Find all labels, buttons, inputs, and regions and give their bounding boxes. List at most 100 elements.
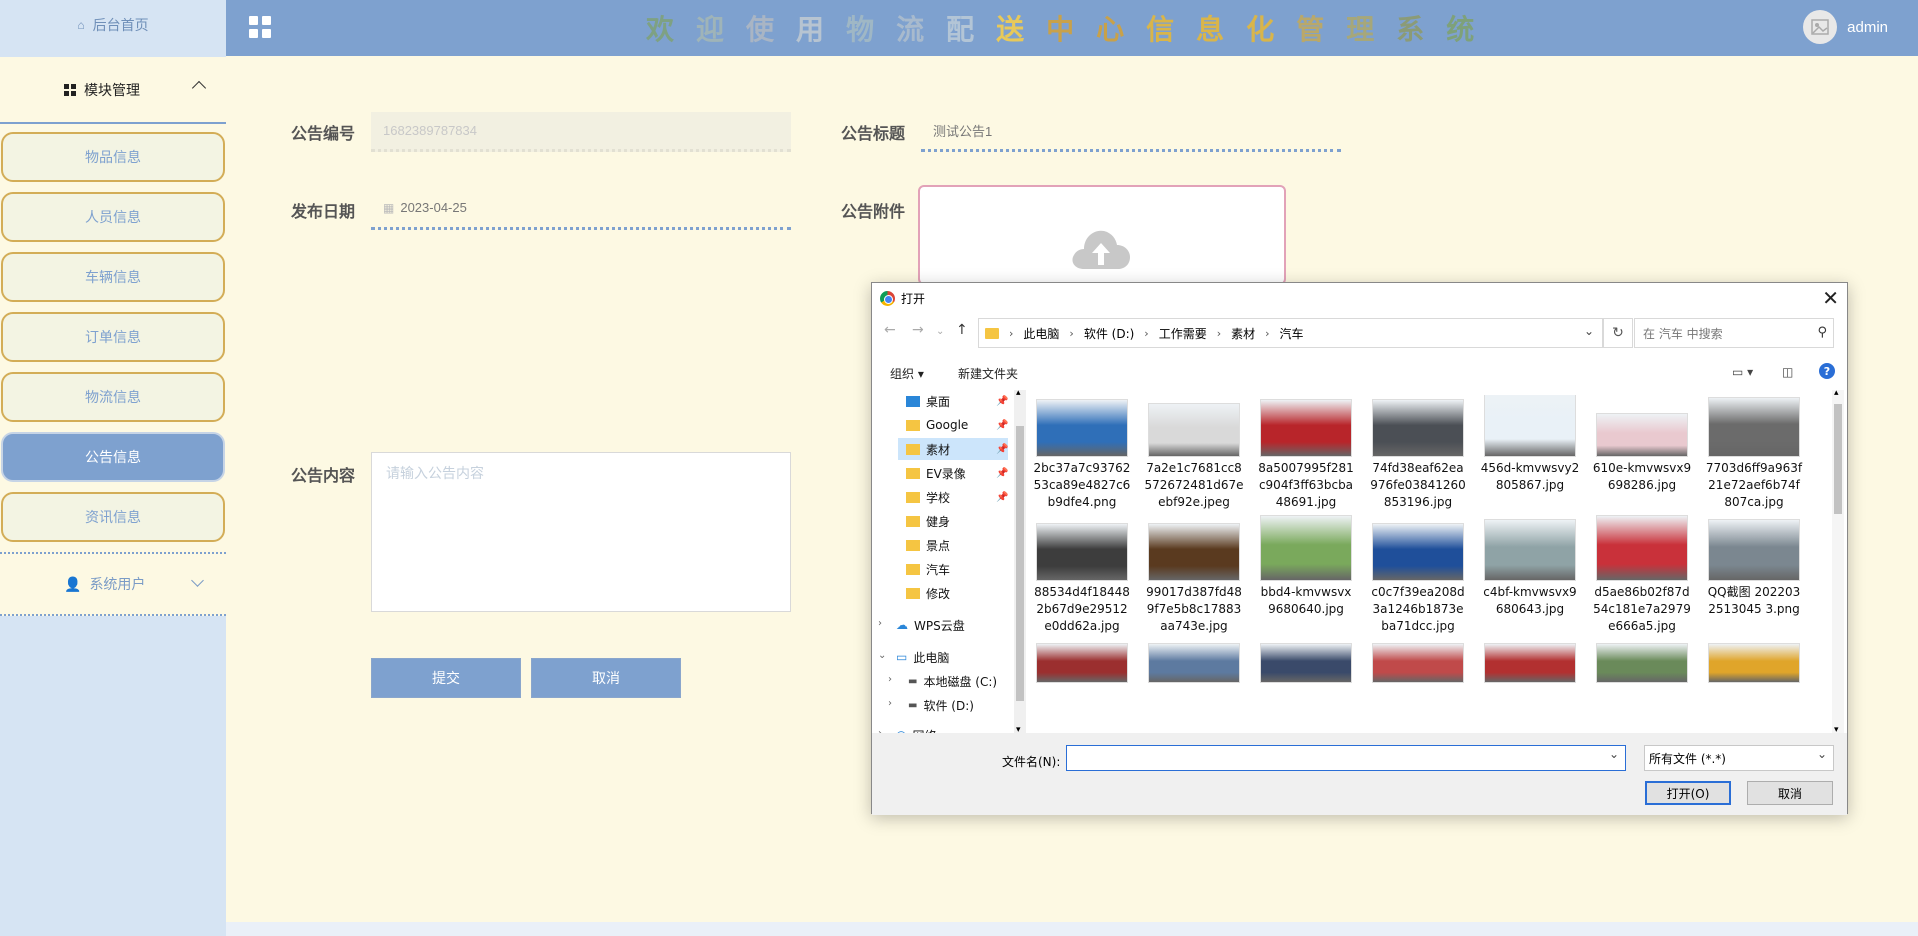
files-scrollbar-thumb[interactable] bbox=[1834, 404, 1842, 514]
help-icon[interactable]: ? bbox=[1819, 363, 1835, 379]
new-folder-button[interactable]: 新建文件夹 bbox=[958, 365, 1018, 382]
tree-expander-icon[interactable]: › bbox=[888, 698, 892, 709]
refresh-icon[interactable]: ↻ bbox=[1603, 318, 1633, 348]
apps-grid-icon[interactable] bbox=[249, 16, 271, 38]
file-item[interactable] bbox=[1032, 643, 1132, 686]
attach-label: 公告附件 bbox=[841, 204, 906, 221]
tree-item[interactable]: 学校 📌 bbox=[898, 486, 1008, 508]
file-item[interactable]: bbd4-kmvwsvx 9680640.jpg bbox=[1256, 515, 1356, 618]
sidebar-home[interactable]: ⌂ 后台首页 bbox=[0, 0, 226, 50]
tree-item[interactable]: Google 📌 bbox=[898, 414, 1008, 436]
address-dropdown-icon[interactable]: ⌄ bbox=[1584, 324, 1594, 338]
file-name: c4bf-kmvwsvx9 680643.jpg bbox=[1483, 585, 1577, 616]
crumb-cars[interactable]: 汽车 bbox=[1280, 325, 1304, 342]
date-field[interactable]: ▦ 2023-04-25 bbox=[371, 188, 791, 230]
sidebar-item-announcements[interactable]: 公告信息 bbox=[1, 432, 225, 482]
file-name: c0c7f39ea208d 3a1246b1873e ba71dcc.jpg bbox=[1371, 585, 1465, 633]
tree-item[interactable]: 汽车 bbox=[898, 558, 1008, 580]
file-name: 8a5007995f281 c904f3ff63bcba 48691.jpg bbox=[1258, 461, 1354, 509]
file-item[interactable]: c4bf-kmvwsvx9 680643.jpg bbox=[1480, 519, 1580, 618]
file-type-select[interactable]: 所有文件 (*.*) bbox=[1644, 745, 1834, 771]
crumb-work[interactable]: 工作需要 bbox=[1159, 325, 1207, 342]
tree-item[interactable]: ☁ WPS云盘 bbox=[892, 614, 1008, 636]
file-item[interactable] bbox=[1256, 643, 1356, 686]
sidebar-home-label: 后台首页 bbox=[92, 17, 149, 33]
tree-item[interactable]: ▭ 此电脑 bbox=[892, 646, 1008, 668]
back-arrow-icon[interactable]: ← bbox=[884, 322, 896, 338]
file-item[interactable]: 7703d6ff9a963f 21e72aef6b74f 807ca.jpg bbox=[1704, 395, 1804, 511]
file-item[interactable]: 456d-kmvwsvy2 805867.jpg bbox=[1480, 395, 1580, 494]
folder-icon bbox=[906, 515, 920, 527]
tree-item[interactable]: ▬ 软件 (D:) bbox=[898, 694, 1008, 716]
content-textarea[interactable]: 请输入公告内容 bbox=[371, 452, 791, 612]
file-item[interactable]: 7a2e1c7681cc8 572672481d67e ebf92e.jpeg bbox=[1144, 395, 1244, 511]
file-item[interactable]: 2bc37a7c93762 53ca89e4827c6 b9dfe4.png bbox=[1032, 395, 1132, 511]
file-item[interactable]: 88534d4f18448 2b67d9e29512 e0dd62a.jpg bbox=[1032, 519, 1132, 635]
file-item[interactable]: 74fd38eaf62ea 976fe03841260 853196.jpg bbox=[1368, 395, 1468, 511]
tree-item[interactable]: 景点 bbox=[898, 534, 1008, 556]
file-item[interactable]: d5ae86b02f87d 54c181e7a2979 e666a5.jpg bbox=[1592, 515, 1692, 635]
open-button[interactable]: 打开(O) bbox=[1645, 781, 1731, 805]
sidebar-users-toggle[interactable]: 👤 系统用户 bbox=[0, 554, 226, 616]
title-field[interactable]: 测试公告1 bbox=[921, 112, 1341, 152]
sidebar-item-news[interactable]: 资讯信息 bbox=[1, 492, 225, 542]
user-menu[interactable]: admin bbox=[1803, 10, 1888, 44]
desktop-icon bbox=[906, 395, 920, 407]
tree-expander-icon[interactable]: ⌄ bbox=[878, 650, 886, 661]
recent-chevron-icon[interactable]: ⌄ bbox=[936, 326, 944, 337]
tree-expander-icon[interactable]: › bbox=[888, 674, 892, 685]
search-input[interactable]: 在 汽车 中搜索 ⚲ bbox=[1634, 318, 1834, 348]
address-bar[interactable]: › 此电脑 › 软件 (D:) › 工作需要 › 素材 › 汽车 ⌄ bbox=[978, 318, 1603, 348]
sidebar-item-staff[interactable]: 人员信息 bbox=[1, 192, 225, 242]
file-item[interactable] bbox=[1480, 643, 1580, 686]
tree-item[interactable]: 修改 bbox=[898, 582, 1008, 604]
tree-item-label: EV录像 bbox=[926, 466, 966, 481]
up-arrow-icon[interactable]: ↑ bbox=[956, 322, 968, 338]
crumb-materials[interactable]: 素材 bbox=[1231, 325, 1255, 342]
title-char: 用 bbox=[796, 14, 825, 45]
content-label: 公告内容 bbox=[291, 468, 356, 485]
crumb-this-pc[interactable]: 此电脑 bbox=[1023, 325, 1059, 342]
file-item[interactable] bbox=[1144, 643, 1244, 686]
tree-item[interactable]: 健身 bbox=[898, 510, 1008, 532]
title-char: 信 bbox=[1146, 14, 1175, 45]
organize-button[interactable]: 组织 ▾ bbox=[890, 365, 924, 382]
title-char: 中 bbox=[1046, 14, 1075, 45]
file-item[interactable] bbox=[1592, 643, 1692, 686]
tree-expander-icon[interactable]: › bbox=[878, 618, 882, 629]
crumb-drive-d[interactable]: 软件 (D:) bbox=[1084, 325, 1134, 342]
tree-item[interactable]: ▬ 本地磁盘 (C:) bbox=[898, 670, 1008, 692]
tree-item[interactable]: 桌面 📌 bbox=[898, 390, 1008, 412]
file-item[interactable]: 99017d387fd48 9f7e5b8c17883 aa743e.jpg bbox=[1144, 519, 1244, 635]
file-item[interactable] bbox=[1368, 643, 1468, 686]
forward-arrow-icon[interactable]: → bbox=[912, 322, 924, 338]
close-icon[interactable]: ✕ bbox=[1822, 286, 1839, 310]
file-name: 7a2e1c7681cc8 572672481d67e ebf92e.jpeg bbox=[1144, 461, 1244, 509]
sidebar-item-goods[interactable]: 物品信息 bbox=[1, 132, 225, 182]
file-item[interactable]: c0c7f39ea208d 3a1246b1873e ba71dcc.jpg bbox=[1368, 519, 1468, 635]
sidebar-item-logistics[interactable]: 物流信息 bbox=[1, 372, 225, 422]
submit-button[interactable]: 提交 bbox=[371, 658, 521, 698]
dialog-cancel-button[interactable]: 取消 bbox=[1747, 781, 1833, 805]
sidebar-item-vehicles[interactable]: 车辆信息 bbox=[1, 252, 225, 302]
sidebar-item-orders[interactable]: 订单信息 bbox=[1, 312, 225, 362]
sidebar-module-toggle[interactable]: 模块管理 bbox=[0, 57, 226, 124]
preview-pane-icon[interactable]: ◫ bbox=[1782, 365, 1793, 379]
file-item[interactable] bbox=[1704, 643, 1804, 686]
nav-scrollbar-thumb[interactable] bbox=[1016, 426, 1024, 701]
cancel-button[interactable]: 取消 bbox=[531, 658, 681, 698]
view-options-icon[interactable]: ▭ ▾ bbox=[1732, 365, 1753, 379]
tree-item[interactable]: EV录像 📌 bbox=[898, 462, 1008, 484]
tree-item-label: 素材 bbox=[926, 442, 951, 457]
nav-scrollbar[interactable]: ▴ ▾ bbox=[1014, 388, 1026, 735]
tree-item[interactable]: 素材 📌 bbox=[898, 438, 1008, 460]
file-name: 456d-kmvwsvy2 805867.jpg bbox=[1480, 461, 1580, 492]
filename-input[interactable] bbox=[1066, 745, 1626, 771]
dialog-titlebar: 打开 bbox=[872, 283, 1847, 313]
files-scrollbar[interactable]: ▴ ▾ bbox=[1832, 388, 1844, 735]
file-item[interactable]: 610e-kmvwsvx9 698286.jpg bbox=[1592, 395, 1692, 494]
file-item[interactable]: QQ截图 2022032513045 3.png bbox=[1704, 519, 1804, 618]
file-item[interactable]: 8a5007995f281 c904f3ff63bcba 48691.jpg bbox=[1256, 395, 1356, 511]
attachment-upload[interactable] bbox=[918, 185, 1286, 285]
file-grid: 2bc37a7c93762 53ca89e4827c6 b9dfe4.png 7a… bbox=[1032, 395, 1822, 735]
